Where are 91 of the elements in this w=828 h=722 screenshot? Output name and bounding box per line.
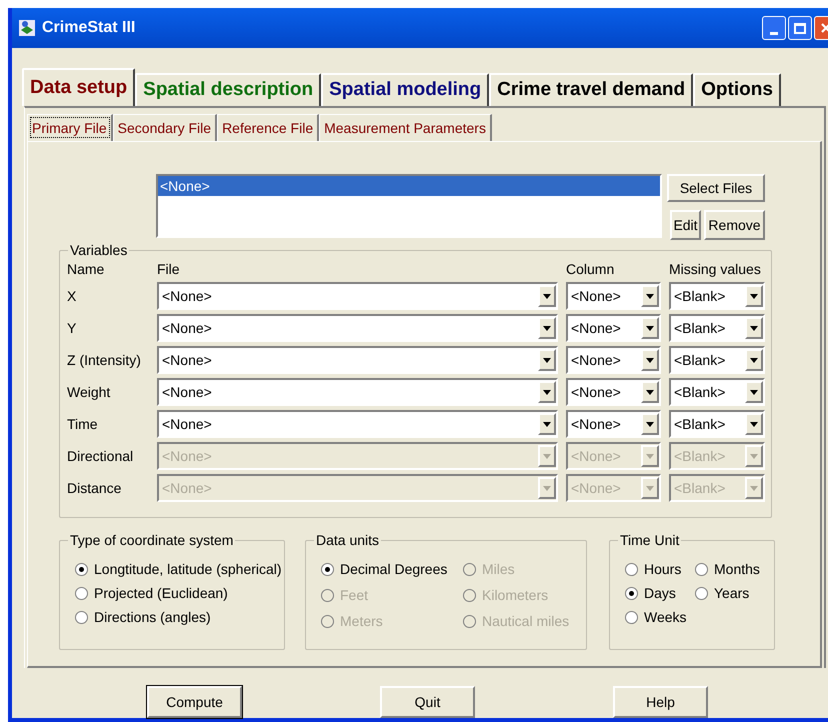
radio-button[interactable] (625, 610, 638, 624)
subtab[interactable]: Secondary File (112, 114, 218, 141)
dropdown[interactable]: <None> (566, 346, 661, 374)
radio-label: Months (714, 560, 760, 578)
caret-icon (641, 445, 659, 467)
dropdown[interactable]: <Blank> (669, 346, 765, 374)
radio-button[interactable] (75, 562, 88, 576)
radio-label: Nautical miles (482, 612, 570, 630)
remove-button[interactable]: Remove (704, 210, 765, 240)
select-files-button[interactable]: Select Files (667, 174, 765, 202)
caret-icon (641, 413, 659, 435)
variable-label: Directional (67, 446, 134, 466)
tab[interactable]: Crime travel demand (489, 73, 694, 106)
radio-button[interactable] (625, 562, 638, 576)
variable-label: Z (Intensity) (67, 350, 142, 370)
radio-button[interactable] (695, 586, 708, 600)
radio-button[interactable] (695, 562, 708, 576)
maximize-button[interactable] (788, 16, 812, 40)
variable-label: Distance (67, 478, 122, 498)
dropdown[interactable]: <Blank> (669, 378, 765, 406)
edit-button[interactable]: Edit (670, 210, 701, 240)
caret-icon (538, 317, 556, 339)
caret-icon (538, 381, 556, 403)
file-list[interactable]: <None> (156, 174, 662, 238)
radio-label: Days (644, 584, 676, 603)
subtab[interactable]: Measurement Parameters (319, 114, 492, 141)
column-header: Column (566, 260, 616, 279)
caret-icon (641, 477, 659, 499)
caret-icon (641, 349, 659, 371)
dropdown[interactable]: <None> (157, 378, 558, 406)
dialog-button[interactable]: Compute (147, 686, 242, 718)
radio-label: Kilometers (482, 586, 548, 604)
radio-label: Feet (340, 586, 368, 604)
caret-icon (745, 285, 763, 307)
caret-icon (538, 285, 556, 307)
tab[interactable]: Data setup (22, 68, 136, 106)
radio-label: Years (714, 584, 750, 602)
caret-icon (641, 381, 659, 403)
radio-button[interactable] (75, 586, 88, 600)
caret-icon (745, 317, 763, 339)
radio-button[interactable] (75, 610, 88, 624)
radio-label: Miles (482, 560, 515, 578)
dropdown[interactable]: <None> (157, 346, 558, 374)
minimize-button[interactable] (762, 16, 786, 40)
radio-button[interactable] (321, 562, 334, 576)
subtab[interactable]: Reference File (217, 114, 320, 141)
caret-icon (538, 477, 556, 499)
dropdown[interactable]: <None> (157, 410, 558, 438)
tab[interactable]: Options (693, 73, 781, 106)
caret-icon (538, 349, 556, 371)
dropdown[interactable]: <None> (566, 282, 661, 310)
caret-icon (538, 445, 556, 467)
caret-icon (641, 285, 659, 307)
dropdown[interactable]: <None> (566, 314, 661, 342)
dropdown[interactable]: <None> (566, 410, 661, 438)
caret-icon (745, 477, 763, 499)
radio-button[interactable] (625, 586, 638, 600)
caret-icon (641, 317, 659, 339)
subtab[interactable]: Primary File (27, 114, 113, 141)
caret-icon (538, 413, 556, 435)
variable-label: Y (67, 318, 78, 338)
dialog-button[interactable]: Quit (380, 686, 475, 718)
dropdown[interactable]: <None> (566, 378, 661, 406)
caret-icon (745, 381, 763, 403)
app-icon (18, 19, 36, 37)
window-title: CrimeStat III (42, 18, 136, 38)
dropdown[interactable]: <Blank> (669, 282, 765, 310)
radio-label: Directions (angles) (94, 608, 211, 627)
list-item[interactable]: <None> (158, 176, 660, 196)
column-header: File (157, 260, 181, 279)
radio-label: Longtitude, latitude (spherical) (94, 560, 282, 579)
variable-label: Time (67, 414, 99, 434)
column-header: Name (67, 260, 106, 279)
caret-icon (745, 445, 763, 467)
radio-label: Meters (340, 612, 383, 630)
dialog-button[interactable]: Help (613, 686, 708, 718)
radio-label: Projected (Euclidean) (94, 584, 228, 603)
tab[interactable]: Spatial description (135, 73, 322, 106)
dropdown[interactable]: <None> (157, 314, 558, 342)
dropdown[interactable]: <None> (157, 282, 558, 310)
variable-label: Weight (67, 382, 112, 402)
dropdown[interactable]: <Blank> (669, 314, 765, 342)
variable-label: X (67, 286, 78, 306)
radio-label: Decimal Degrees (340, 560, 448, 579)
dropdown[interactable]: <Blank> (669, 410, 765, 438)
column-header: Missing values (669, 260, 761, 279)
radio-label: Weeks (644, 608, 687, 626)
tab[interactable]: Spatial modeling (321, 73, 490, 106)
caret-icon (745, 413, 763, 435)
caret-icon (745, 349, 763, 371)
radio-label: Hours (644, 560, 682, 578)
